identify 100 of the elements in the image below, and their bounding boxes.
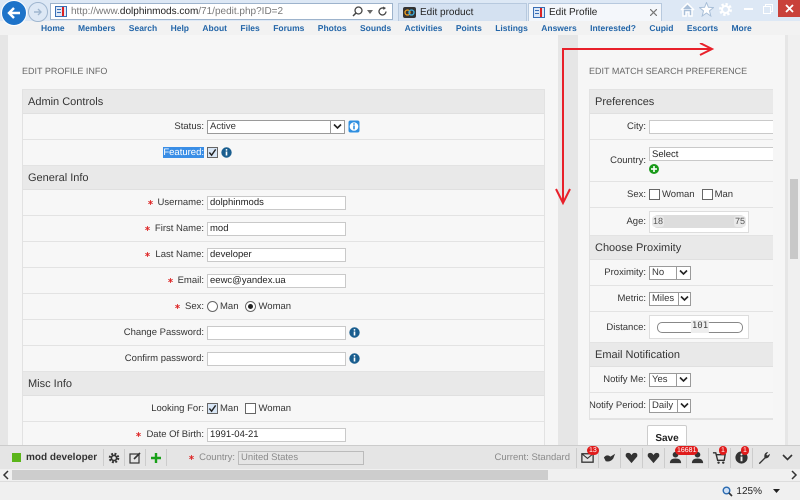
caret-icon[interactable]: [773, 489, 780, 493]
plan-text: Current: Standard: [494, 452, 570, 463]
edit-icon[interactable]: [128, 452, 142, 464]
dropdown[interactable]: Miles: [649, 292, 691, 306]
restore-icon: [763, 4, 773, 14]
nav-link[interactable]: Points: [456, 23, 482, 33]
arrow-right-icon: [33, 7, 43, 17]
vertical-scrollbar[interactable]: [788, 35, 800, 445]
heart-icon[interactable]: [646, 450, 661, 465]
text-field[interactable]: developer: [207, 248, 346, 262]
checkbox[interactable]: [702, 189, 713, 200]
back-button[interactable]: [1, 0, 27, 26]
option-label: Woman: [258, 403, 292, 414]
save-button[interactable]: Save: [647, 425, 687, 445]
text-field[interactable]: [207, 326, 346, 340]
nav-link[interactable]: Members: [78, 23, 116, 33]
close-icon[interactable]: [650, 9, 657, 16]
info-icon[interactable]: [221, 147, 232, 158]
rings-icon: [403, 7, 416, 18]
checkbox[interactable]: [649, 189, 660, 200]
dropdown[interactable]: Yes: [649, 372, 691, 386]
page-icon: [55, 6, 67, 17]
text-field[interactable]: Select: [649, 147, 773, 161]
nav-link[interactable]: Home: [41, 23, 65, 33]
text-field[interactable]: [207, 352, 346, 366]
nav-link[interactable]: Escorts: [686, 23, 718, 33]
option-label: Man: [220, 403, 238, 414]
radio-button[interactable]: [207, 301, 218, 312]
horizontal-scrollbar[interactable]: [0, 469, 800, 481]
dropdown[interactable]: No: [649, 266, 691, 280]
caret-icon[interactable]: [679, 269, 688, 276]
checkbox[interactable]: [207, 147, 218, 158]
nav-link[interactable]: Forums: [273, 23, 304, 33]
info-icon[interactable]: [349, 353, 360, 364]
caret-icon[interactable]: [680, 295, 690, 302]
wrench-icon[interactable]: [756, 450, 771, 465]
field-label: Country:: [610, 155, 646, 166]
field-label: Sex:: [626, 189, 646, 200]
address-bar[interactable]: http://www.dolphinmods.com/71/pedit.php?ID=2: [50, 3, 393, 20]
text-field[interactable]: 1991-04-21: [207, 428, 346, 442]
zoom-icon[interactable]: [722, 486, 734, 496]
option-label: Woman: [258, 301, 292, 312]
section-header: Email Notification: [590, 343, 773, 367]
field-label: Change Password:: [124, 327, 204, 338]
page-icon: [533, 7, 545, 18]
plus-icon[interactable]: [150, 452, 162, 464]
settings-icon[interactable]: [108, 452, 120, 464]
field-label: Notify Me:: [603, 374, 646, 385]
radio-button[interactable]: [245, 301, 256, 312]
browser-tab[interactable]: Edit product: [398, 3, 527, 21]
nav-link[interactable]: Search: [128, 23, 158, 33]
nav-link[interactable]: Answers: [541, 23, 577, 33]
nav-link[interactable]: Activities: [404, 23, 442, 33]
refresh-icon[interactable]: [377, 6, 388, 17]
browser-tab[interactable]: Edit Profile: [528, 3, 662, 21]
search-icon[interactable]: [352, 6, 363, 17]
text-field[interactable]: mod: [207, 222, 346, 236]
caret-icon[interactable]: [680, 402, 689, 409]
slider-handle[interactable]: 18: [652, 216, 664, 227]
nav-link[interactable]: Sounds: [360, 23, 392, 33]
field-label: Notify Period:: [590, 400, 646, 411]
star-icon[interactable]: [699, 2, 714, 17]
option-label: Man: [714, 189, 734, 200]
checkbox[interactable]: [207, 403, 218, 414]
minimize-icon: [744, 8, 752, 10]
nav-link[interactable]: Cupid: [649, 23, 674, 33]
nav-link[interactable]: Files: [240, 23, 260, 33]
caret-icon[interactable]: [333, 123, 342, 130]
nav-link[interactable]: More: [731, 23, 752, 33]
dropdown[interactable]: Active: [207, 120, 345, 134]
nav-link[interactable]: Interested?: [590, 23, 636, 33]
field-label: Date Of Birth:: [136, 429, 204, 440]
nav-link[interactable]: About: [202, 23, 227, 33]
heart-icon[interactable]: [624, 450, 639, 465]
slider-track[interactable]: 101: [657, 322, 743, 332]
field-label: Proximity:: [604, 267, 646, 278]
checkbox[interactable]: [245, 403, 256, 414]
caret-icon[interactable]: [679, 376, 688, 383]
slider-handle[interactable]: 101: [690, 320, 710, 332]
field-label: Distance:: [606, 322, 646, 332]
text-field[interactable]: dolphinmods: [207, 196, 346, 210]
text-field[interactable]: eewc@yandex.ua: [207, 274, 346, 288]
range-slider[interactable]: 18 75: [649, 210, 749, 232]
field-label: First Name:: [144, 223, 204, 234]
required-icon: [168, 278, 173, 283]
required-icon: [144, 226, 150, 231]
user-name[interactable]: mod developer: [26, 452, 98, 463]
chevron-icon[interactable]: [782, 454, 792, 461]
nav-link[interactable]: Help: [170, 23, 189, 33]
zoom-level[interactable]: 125%: [736, 486, 762, 496]
nav-link[interactable]: Listings: [495, 23, 528, 33]
section-header: Choose Proximity: [590, 236, 773, 260]
text-field[interactable]: [649, 120, 773, 134]
add-icon[interactable]: [649, 164, 659, 174]
dropdown[interactable]: Daily: [649, 398, 691, 412]
info-icon[interactable]: [349, 327, 360, 338]
close-button[interactable]: [778, 0, 800, 17]
nav-link[interactable]: Photos: [318, 23, 347, 33]
cart-icon[interactable]: [712, 450, 727, 465]
slider-handle[interactable]: 75: [734, 216, 746, 227]
